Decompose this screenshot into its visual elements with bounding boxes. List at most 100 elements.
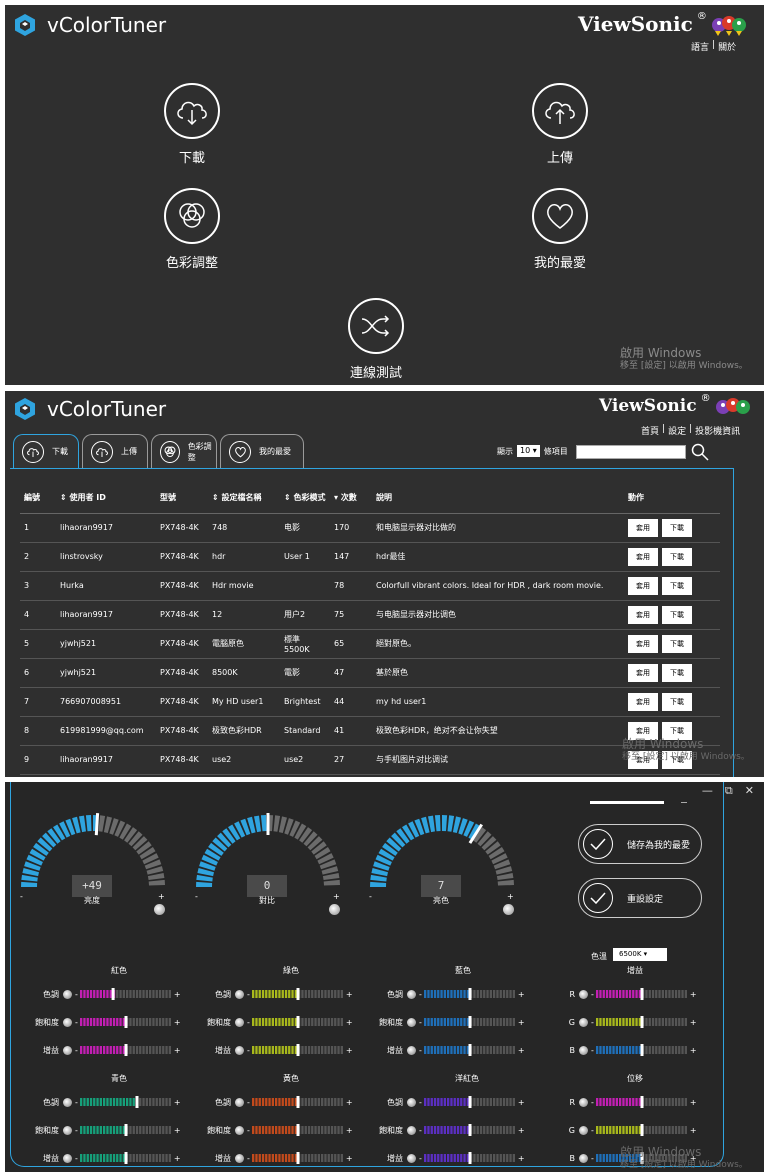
slider-row[interactable]: 增益 - + (367, 1043, 525, 1057)
slider-knob-icon[interactable] (235, 1097, 244, 1107)
slider-row[interactable]: 增益 - + (23, 1151, 181, 1165)
slider-row[interactable]: 飽和度 - + (367, 1123, 525, 1137)
slider-thumb[interactable] (135, 1096, 139, 1108)
slider-track[interactable] (251, 988, 344, 1000)
slider-track[interactable] (595, 1096, 688, 1108)
slider-track[interactable] (79, 988, 172, 1000)
slider-minus[interactable]: - (591, 1126, 594, 1135)
slider-track[interactable] (251, 1044, 344, 1056)
download-button[interactable]: 下載 (662, 692, 692, 711)
gauge-1[interactable]: 0- + 對比 (193, 812, 353, 932)
slider-row[interactable]: R - + (539, 987, 697, 1001)
slider-knob-icon[interactable] (235, 1045, 244, 1055)
slider-plus[interactable]: + (174, 1126, 181, 1135)
col-number[interactable]: 編號 (20, 483, 56, 514)
slider-knob-icon[interactable] (63, 1045, 72, 1055)
slider-row[interactable]: G - + (539, 1123, 697, 1137)
slider-minus[interactable]: - (247, 990, 250, 999)
tab-download[interactable]: 下載 (13, 434, 79, 468)
slider-minus[interactable]: - (75, 1126, 78, 1135)
slider-track[interactable] (595, 1124, 688, 1136)
tile-connection-test[interactable]: 連線測試 (316, 298, 436, 381)
slider-minus[interactable]: - (75, 1018, 78, 1027)
slider-knob-icon[interactable] (579, 1153, 588, 1163)
download-button[interactable]: 下載 (662, 634, 692, 653)
tile-download[interactable]: 下載 (132, 83, 252, 166)
download-button[interactable]: 下載 (662, 605, 692, 624)
slider-thumb[interactable] (296, 1044, 300, 1056)
slider-row[interactable]: G - + (539, 1015, 697, 1029)
col-profile-name[interactable]: ⇕ 設定檔名稱 (208, 483, 280, 514)
slider-minus[interactable]: - (419, 1098, 422, 1107)
slider-minus[interactable]: - (591, 990, 594, 999)
slider-thumb[interactable] (468, 1124, 472, 1136)
slider-thumb[interactable] (640, 988, 644, 1000)
col-description[interactable]: 說明 (372, 483, 624, 514)
slider-thumb[interactable] (468, 988, 472, 1000)
slider-plus[interactable]: + (174, 1046, 181, 1055)
slider-track[interactable] (423, 1096, 516, 1108)
slider-row[interactable]: 增益 - + (367, 1151, 525, 1165)
slider-row[interactable]: 色調 - + (367, 1095, 525, 1109)
slider-minus[interactable]: - (247, 1154, 250, 1163)
slider-knob-icon[interactable] (235, 1125, 244, 1135)
slider-minus[interactable]: - (419, 1018, 422, 1027)
slider-row[interactable]: 飽和度 - + (23, 1015, 181, 1029)
slider-plus[interactable]: + (518, 1098, 525, 1107)
slider-knob-icon[interactable] (407, 1097, 416, 1107)
col-model[interactable]: 型號 (156, 483, 208, 514)
slider-track[interactable] (595, 1016, 688, 1028)
slider-row[interactable]: 飽和度 - + (195, 1015, 353, 1029)
col-user-id[interactable]: ⇕ 使用者 ID (56, 483, 156, 514)
slider-thumb[interactable] (640, 1124, 644, 1136)
search-icon[interactable] (691, 443, 709, 461)
slider-minus[interactable]: - (591, 1098, 594, 1107)
slider-knob-icon[interactable] (579, 1045, 588, 1055)
slider-plus[interactable]: + (690, 990, 697, 999)
restore-icon[interactable]: ⧉ (725, 784, 733, 798)
slider-track[interactable] (251, 1096, 344, 1108)
slider-thumb[interactable] (124, 1016, 128, 1028)
col-count[interactable]: ▾ 次數 (330, 483, 372, 514)
slider-knob-icon[interactable] (63, 989, 72, 999)
slider-track[interactable] (79, 1096, 172, 1108)
slider-thumb[interactable] (640, 1044, 644, 1056)
slider-thumb[interactable] (468, 1016, 472, 1028)
slider-track[interactable] (79, 1124, 172, 1136)
link-about[interactable]: 關於 (718, 40, 736, 53)
slider-thumb[interactable] (468, 1044, 472, 1056)
slider-minus[interactable]: - (247, 1018, 250, 1027)
tab-color-adjust[interactable]: 色彩調整 (151, 434, 217, 468)
slider-thumb[interactable] (124, 1044, 128, 1056)
slider-plus[interactable]: + (346, 1098, 353, 1107)
slider-minus[interactable]: - (75, 1098, 78, 1107)
slider-knob-icon[interactable] (579, 1125, 588, 1135)
slider-track[interactable] (423, 1044, 516, 1056)
tile-upload[interactable]: 上傳 (500, 83, 620, 166)
slider-track[interactable] (251, 1152, 344, 1164)
slider-knob-icon[interactable] (579, 989, 588, 999)
apply-button[interactable]: 套用 (628, 634, 658, 653)
slider-thumb[interactable] (296, 1124, 300, 1136)
slider-plus[interactable]: + (346, 990, 353, 999)
gauge-2[interactable]: 7- + 亮色 (367, 812, 527, 932)
apply-button[interactable]: 套用 (628, 692, 658, 711)
slider-knob-icon[interactable] (407, 989, 416, 999)
link-settings[interactable]: 設定 (668, 424, 686, 437)
slider-plus[interactable]: + (174, 1154, 181, 1163)
slider-minus[interactable]: - (419, 990, 422, 999)
slider-row[interactable]: R - + (539, 1095, 697, 1109)
slider-row[interactable]: 飽和度 - + (195, 1123, 353, 1137)
save-favorite-button[interactable]: 儲存為我的最愛 (578, 824, 702, 864)
slider-plus[interactable]: + (518, 1154, 525, 1163)
apply-button[interactable]: 套用 (628, 576, 658, 595)
slider-track[interactable] (423, 1152, 516, 1164)
slider-minus[interactable]: - (247, 1046, 250, 1055)
apply-button[interactable]: 套用 (628, 518, 658, 537)
slider-knob-icon[interactable] (407, 1017, 416, 1027)
slider-thumb[interactable] (124, 1152, 128, 1164)
download-button[interactable]: 下載 (662, 547, 692, 566)
reset-settings-button[interactable]: 重設設定 (578, 878, 702, 918)
slider-track[interactable] (79, 1016, 172, 1028)
apply-button[interactable]: 套用 (628, 663, 658, 682)
